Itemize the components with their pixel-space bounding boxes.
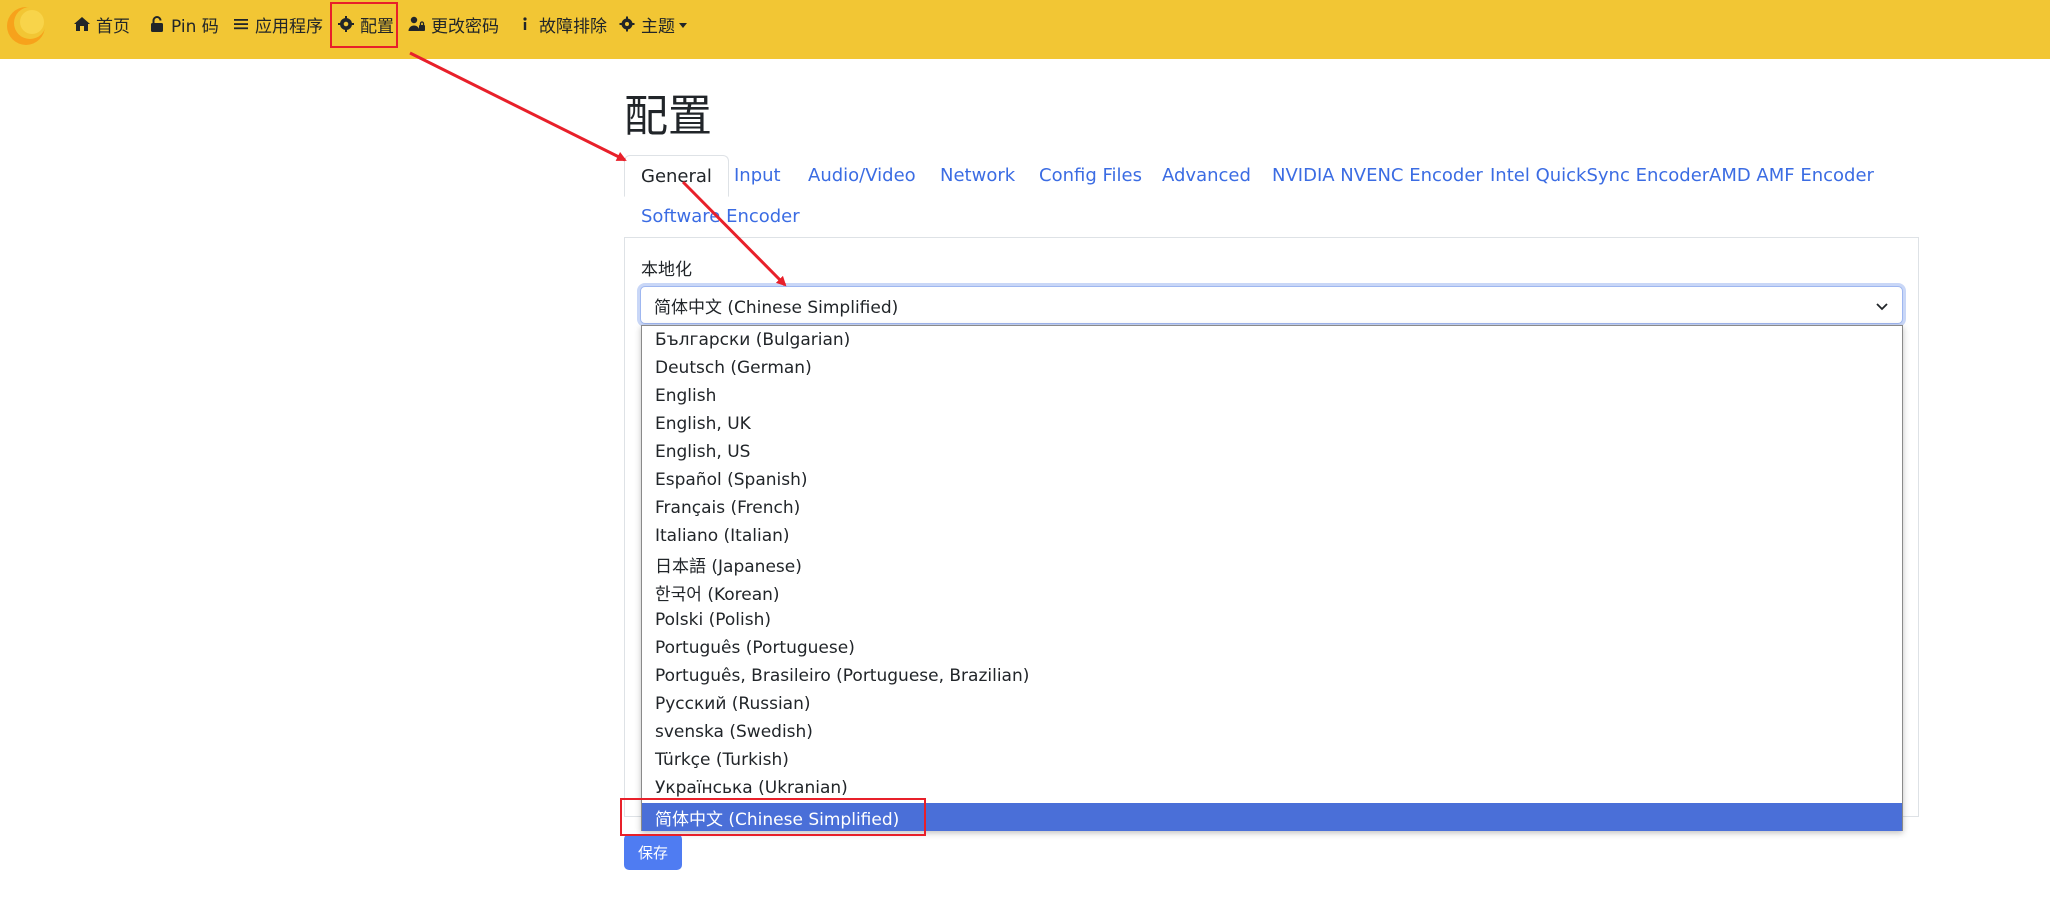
tab-amd-amf[interactable]: AMD AMF Encoder <box>1709 165 1874 186</box>
localization-label: 本地化 <box>641 260 692 280</box>
info-icon <box>516 15 534 33</box>
page-title: 配置 <box>624 91 712 142</box>
tab-software-encoder[interactable]: Software Encoder <box>641 206 800 227</box>
option-spanish[interactable]: Español (Spanish) <box>642 466 1902 494</box>
annotation-box-chinese-option <box>620 798 926 836</box>
tab-advanced[interactable]: Advanced <box>1162 165 1251 186</box>
option-swedish[interactable]: svenska (Swedish) <box>642 718 1902 746</box>
app-logo[interactable] <box>4 2 52 50</box>
nav-troubleshoot[interactable]: 故障排除 <box>516 0 607 48</box>
chevron-down-icon <box>679 22 687 28</box>
nav-pin-label: Pin 码 <box>171 16 219 37</box>
tab-audio-video[interactable]: Audio/Video <box>808 165 916 186</box>
option-german[interactable]: Deutsch (German) <box>642 354 1902 382</box>
option-portuguese[interactable]: Português (Portuguese) <box>642 634 1902 662</box>
localization-selected-value: 简体中文 (Chinese Simplified) <box>654 297 899 318</box>
option-english[interactable]: English <box>642 382 1902 410</box>
chevron-down-icon <box>1876 303 1888 311</box>
nav-theme[interactable]: 主题 <box>618 0 687 48</box>
option-turkish[interactable]: Türkçe (Turkish) <box>642 746 1902 774</box>
annotation-arrow-to-general-tab <box>409 51 627 162</box>
theme-gear-icon <box>618 15 636 33</box>
localization-options-list: Български (Bulgarian) Deutsch (German) E… <box>641 325 1903 831</box>
option-russian[interactable]: Русский (Russian) <box>642 690 1902 718</box>
tab-input[interactable]: Input <box>734 165 781 186</box>
nav-pin[interactable]: Pin 码 <box>148 0 219 48</box>
nav-change-password-label: 更改密码 <box>431 16 499 37</box>
tab-network[interactable]: Network <box>940 165 1015 186</box>
option-italian[interactable]: Italiano (Italian) <box>642 522 1902 550</box>
nav-home[interactable]: 首页 <box>73 0 130 48</box>
nav-troubleshoot-label: 故障排除 <box>539 16 607 37</box>
tab-general[interactable]: General <box>624 155 729 197</box>
option-bulgarian[interactable]: Български (Bulgarian) <box>642 326 1902 354</box>
tab-nvidia-nvenc[interactable]: NVIDIA NVENC Encoder <box>1272 165 1483 186</box>
option-japanese[interactable]: 日本語 (Japanese) <box>642 550 1902 578</box>
nav-home-label: 首页 <box>96 16 130 37</box>
option-english-uk[interactable]: English, UK <box>642 410 1902 438</box>
nav-apps[interactable]: 应用程序 <box>232 0 323 48</box>
annotation-box-config <box>330 2 398 48</box>
top-navbar: 首页 Pin 码 应用程序 配置 更改密码 故障排除 主题 <box>0 0 2050 59</box>
option-english-us[interactable]: English, US <box>642 438 1902 466</box>
option-polish[interactable]: Polski (Polish) <box>642 606 1902 634</box>
tab-intel-quicksync[interactable]: Intel QuickSync Encoder <box>1490 165 1709 186</box>
option-french[interactable]: Français (French) <box>642 494 1902 522</box>
nav-change-password[interactable]: 更改密码 <box>408 0 499 48</box>
save-button[interactable]: 保存 <box>624 834 682 870</box>
option-portuguese-brazilian[interactable]: Português, Brasileiro (Portuguese, Brazi… <box>642 662 1902 690</box>
tab-config-files[interactable]: Config Files <box>1039 165 1142 186</box>
localization-select[interactable]: 简体中文 (Chinese Simplified) <box>640 286 1903 324</box>
option-korean[interactable]: 한국어 (Korean) <box>642 578 1902 606</box>
home-icon <box>73 15 91 33</box>
lock-icon <box>148 15 166 33</box>
user-lock-icon <box>408 15 426 33</box>
list-icon <box>232 15 250 33</box>
nav-theme-label: 主题 <box>641 16 675 37</box>
nav-apps-label: 应用程序 <box>255 16 323 37</box>
